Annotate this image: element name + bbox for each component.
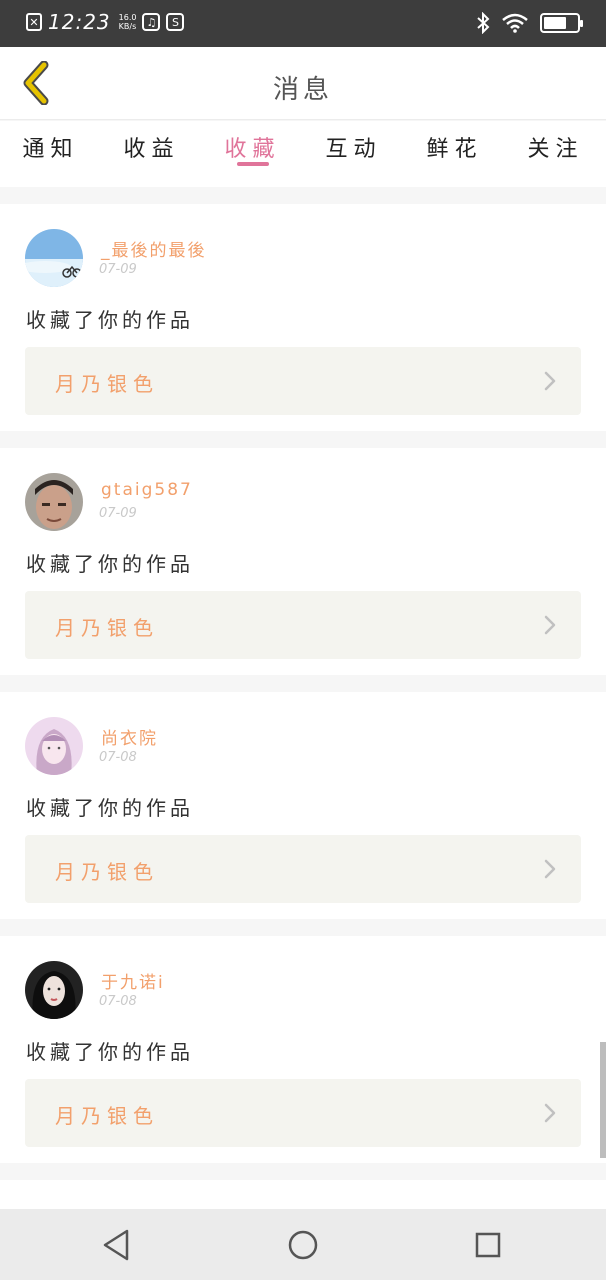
tab-active-indicator	[236, 162, 269, 166]
work-link[interactable]: 月乃银色	[25, 835, 581, 903]
status-left: ✕ 12:23 16.0 KB/s ♫ S	[26, 10, 185, 34]
date: 07-08	[99, 750, 137, 765]
tab-2[interactable]: 收藏	[202, 121, 303, 187]
recent-square-icon	[475, 1232, 501, 1258]
action-text: 收藏了你的作品	[26, 308, 194, 332]
date: 07-09	[99, 506, 137, 521]
nav-home-button[interactable]	[283, 1225, 323, 1265]
tab-1[interactable]: 收益	[101, 121, 202, 187]
action-text: 收藏了你的作品	[26, 1040, 194, 1064]
work-link[interactable]: 月乃银色	[25, 1079, 581, 1147]
username[interactable]: gtaig587	[101, 480, 193, 500]
avatar[interactable]	[25, 961, 83, 1019]
work-link[interactable]: 月乃银色	[25, 591, 581, 659]
home-circle-icon	[288, 1230, 318, 1260]
status-time: 12:23	[48, 10, 111, 34]
app-header: 消息	[0, 47, 606, 120]
tab-label: 通知	[22, 137, 79, 162]
avatar-sky	[25, 229, 83, 287]
tab-5[interactable]: 关注	[505, 121, 606, 187]
battery-level	[544, 17, 567, 29]
list-item: _最後的最後 07-09 收藏了你的作品 月乃银色	[0, 204, 606, 431]
list-item: 尚衣院 07-08 收藏了你的作品 月乃银色	[0, 692, 606, 919]
s-app-icon: S	[166, 13, 185, 31]
chevron-right-icon	[544, 1103, 556, 1123]
action-text: 收藏了你的作品	[26, 796, 194, 820]
network-speed: 16.0 KB/s	[119, 13, 137, 31]
action-text: 收藏了你的作品	[26, 552, 194, 576]
wifi-icon	[502, 13, 528, 33]
list-item: 于九诺i 07-08 收藏了你的作品 月乃银色	[0, 936, 606, 1163]
work-title: 月乃银色	[55, 616, 159, 640]
back-triangle-icon	[103, 1229, 129, 1261]
tab-label: 鲜花	[426, 137, 483, 162]
username[interactable]: _最後的最後	[101, 236, 207, 261]
tab-bar: 通知 收益 收藏 互动 鲜花 关注	[0, 121, 606, 187]
network-speed-value: 16.0	[118, 13, 137, 22]
work-link[interactable]: 月乃银色	[25, 347, 581, 415]
nav-back-button[interactable]	[96, 1225, 136, 1265]
network-speed-unit: KB/s	[118, 22, 137, 31]
chevron-right-icon	[544, 859, 556, 879]
tab-label: 关注	[527, 137, 584, 162]
avatar-girl-dark	[25, 961, 83, 1019]
tab-3[interactable]: 互动	[303, 121, 404, 187]
list-item: gtaig587 07-09 收藏了你的作品 月乃银色	[0, 448, 606, 675]
music-icon: ♫	[142, 13, 161, 31]
nav-recent-button[interactable]	[468, 1225, 508, 1265]
battery-icon	[540, 13, 583, 33]
bluetooth-icon	[477, 12, 490, 34]
username[interactable]: 尚衣院	[101, 724, 158, 749]
date: 07-08	[99, 994, 137, 1009]
status-right	[476, 12, 583, 34]
username[interactable]: 于九诺i	[101, 968, 165, 993]
avatar[interactable]	[25, 229, 83, 287]
avatar[interactable]	[25, 473, 83, 531]
page-title: 消息	[272, 75, 333, 105]
message-list: _最後的最後 07-09 收藏了你的作品 月乃银色 gtaig587 07-09 收藏了你的…	[0, 204, 606, 1237]
chevron-right-icon	[544, 371, 556, 391]
status-bar: ✕ 12:23 16.0 KB/s ♫ S	[0, 0, 606, 47]
avatar-girl-pink	[25, 717, 83, 775]
avatar-man	[25, 473, 83, 531]
x-box-icon: ✕	[26, 13, 42, 31]
system-nav-bar	[0, 1209, 606, 1280]
tab-4[interactable]: 鲜花	[404, 121, 505, 187]
chevron-right-icon	[544, 615, 556, 635]
tab-0[interactable]: 通知	[0, 121, 101, 187]
work-title: 月乃银色	[55, 1104, 159, 1128]
tab-label: 收益	[123, 137, 180, 162]
tab-label: 收藏	[224, 137, 281, 162]
avatar[interactable]	[25, 717, 83, 775]
tab-label: 互动	[325, 137, 382, 162]
work-title: 月乃银色	[55, 372, 159, 396]
work-title: 月乃银色	[55, 860, 159, 884]
scrollbar[interactable]	[600, 1042, 606, 1158]
date: 07-09	[99, 262, 137, 277]
